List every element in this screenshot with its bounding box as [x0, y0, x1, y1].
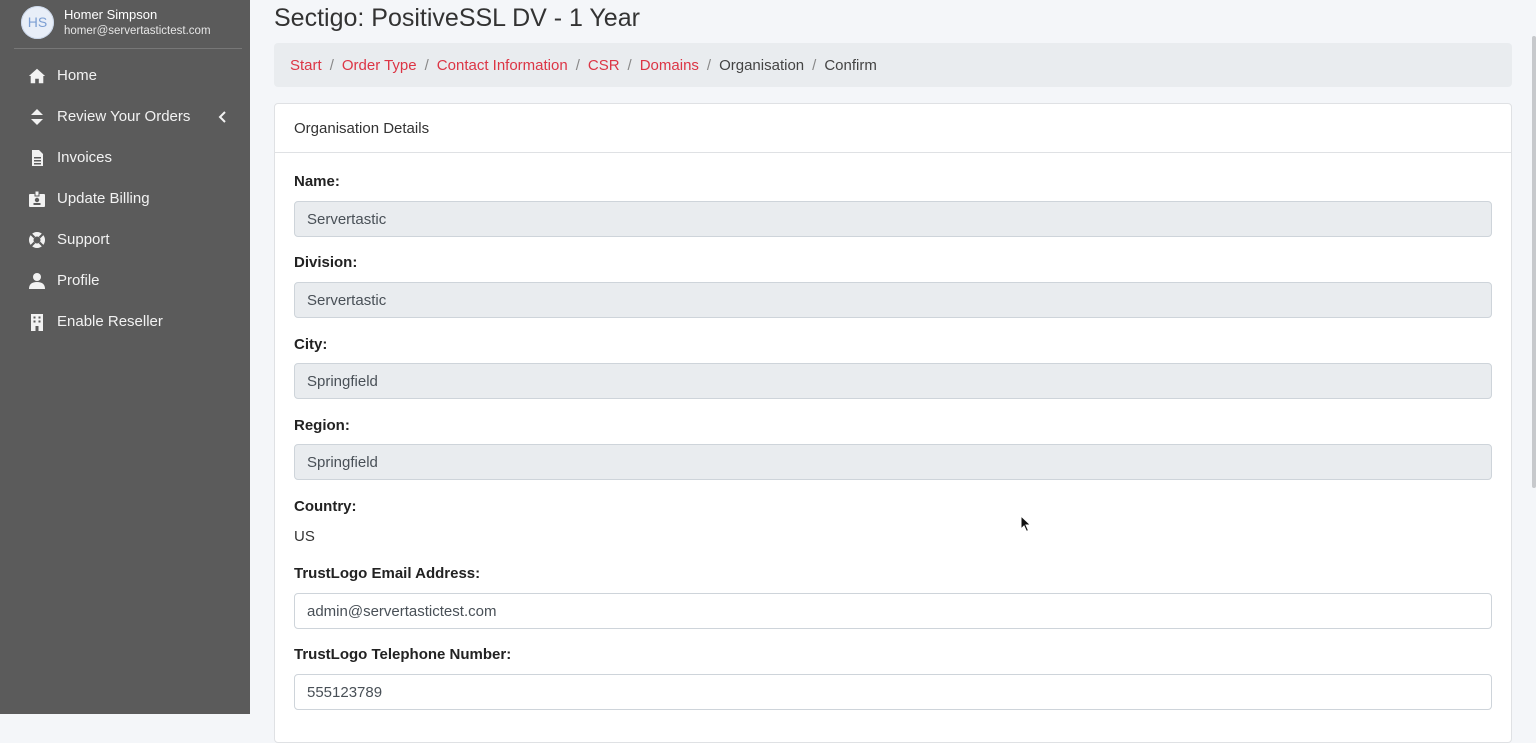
- home-icon: [28, 68, 46, 83]
- sidebar-item-review-orders[interactable]: Review Your Orders: [0, 96, 250, 137]
- sidebar-item-label: Enable Reseller: [57, 313, 163, 330]
- life-ring-icon: [29, 231, 45, 248]
- avatar[interactable]: HS: [21, 6, 54, 39]
- sidebar-nav: Home Review Your Orders Invoices Update …: [0, 55, 250, 342]
- division-label: Division:: [294, 254, 358, 271]
- scrollbar[interactable]: [1532, 36, 1536, 488]
- sidebar-item-profile[interactable]: Profile: [0, 260, 250, 301]
- region-label: Region:: [294, 417, 350, 434]
- page-title: Sectigo: PositiveSSL DV - 1 Year: [274, 4, 640, 32]
- mouse-pointer-icon: [1020, 515, 1032, 533]
- sidebar-divider: [14, 48, 242, 49]
- id-badge-icon: [29, 190, 45, 207]
- sidebar-item-label: Home: [57, 67, 98, 84]
- sidebar-item-update-billing[interactable]: Update Billing: [0, 178, 250, 219]
- trustlogo-phone-field[interactable]: 555123789: [294, 674, 1492, 710]
- breadcrumb-separator: /: [575, 56, 580, 74]
- sidebar-item-label: Profile: [57, 272, 100, 289]
- breadcrumb-confirm: Confirm: [824, 56, 877, 74]
- sort-icon: [31, 108, 43, 125]
- breadcrumb-contact-information[interactable]: Contact Information: [437, 57, 568, 74]
- user-name: Homer Simpson: [64, 7, 158, 22]
- building-icon: [31, 313, 43, 331]
- main-content: Sectigo: PositiveSSL DV - 1 Year Start /…: [250, 0, 1536, 743]
- country-label: Country:: [294, 498, 357, 515]
- trustlogo-email-field[interactable]: admin@servertastictest.com: [294, 593, 1492, 629]
- region-field[interactable]: Springfield: [294, 444, 1492, 480]
- sidebar-item-invoices[interactable]: Invoices: [0, 137, 250, 178]
- card-header: Organisation Details: [275, 104, 1511, 153]
- sidebar: HS Homer Simpson homer@servertastictest.…: [0, 0, 250, 714]
- sidebar-item-label: Review Your Orders: [57, 108, 191, 125]
- trustlogo-phone-label: TrustLogo Telephone Number:: [294, 646, 512, 663]
- sidebar-item-enable-reseller[interactable]: Enable Reseller: [0, 301, 250, 342]
- sidebar-item-support[interactable]: Support: [0, 219, 250, 260]
- breadcrumb-csr[interactable]: CSR: [588, 57, 620, 74]
- organisation-details-card: Organisation Details Name: Servertastic …: [274, 103, 1512, 743]
- breadcrumb-separator: /: [329, 56, 334, 74]
- trustlogo-email-label: TrustLogo Email Address:: [294, 565, 481, 582]
- breadcrumb: Start / Order Type / Contact Information…: [274, 43, 1512, 87]
- division-field[interactable]: Servertastic: [294, 282, 1492, 318]
- chevron-left-icon[interactable]: [218, 110, 228, 123]
- country-value: US: [294, 528, 315, 545]
- breadcrumb-separator: /: [812, 56, 817, 74]
- user-icon: [29, 272, 45, 289]
- breadcrumb-separator: /: [424, 56, 429, 74]
- sidebar-item-label: Support: [57, 231, 110, 248]
- name-label: Name:: [294, 173, 340, 190]
- breadcrumb-organisation: Organisation: [719, 56, 805, 74]
- file-icon: [32, 149, 43, 166]
- user-panel[interactable]: HS Homer Simpson homer@servertastictest.…: [0, 0, 250, 50]
- name-field[interactable]: Servertastic: [294, 201, 1492, 237]
- sidebar-item-label: Invoices: [57, 149, 113, 166]
- breadcrumb-start[interactable]: Start: [290, 57, 322, 74]
- city-field[interactable]: Springfield: [294, 363, 1492, 399]
- breadcrumb-domains[interactable]: Domains: [640, 57, 699, 74]
- sidebar-item-home[interactable]: Home: [0, 55, 250, 96]
- breadcrumb-order-type[interactable]: Order Type: [342, 57, 417, 74]
- city-label: City:: [294, 336, 328, 353]
- breadcrumb-separator: /: [627, 56, 632, 74]
- sidebar-item-label: Update Billing: [57, 190, 150, 207]
- user-email: homer@servertastictest.com: [64, 25, 211, 37]
- breadcrumb-separator: /: [706, 56, 712, 74]
